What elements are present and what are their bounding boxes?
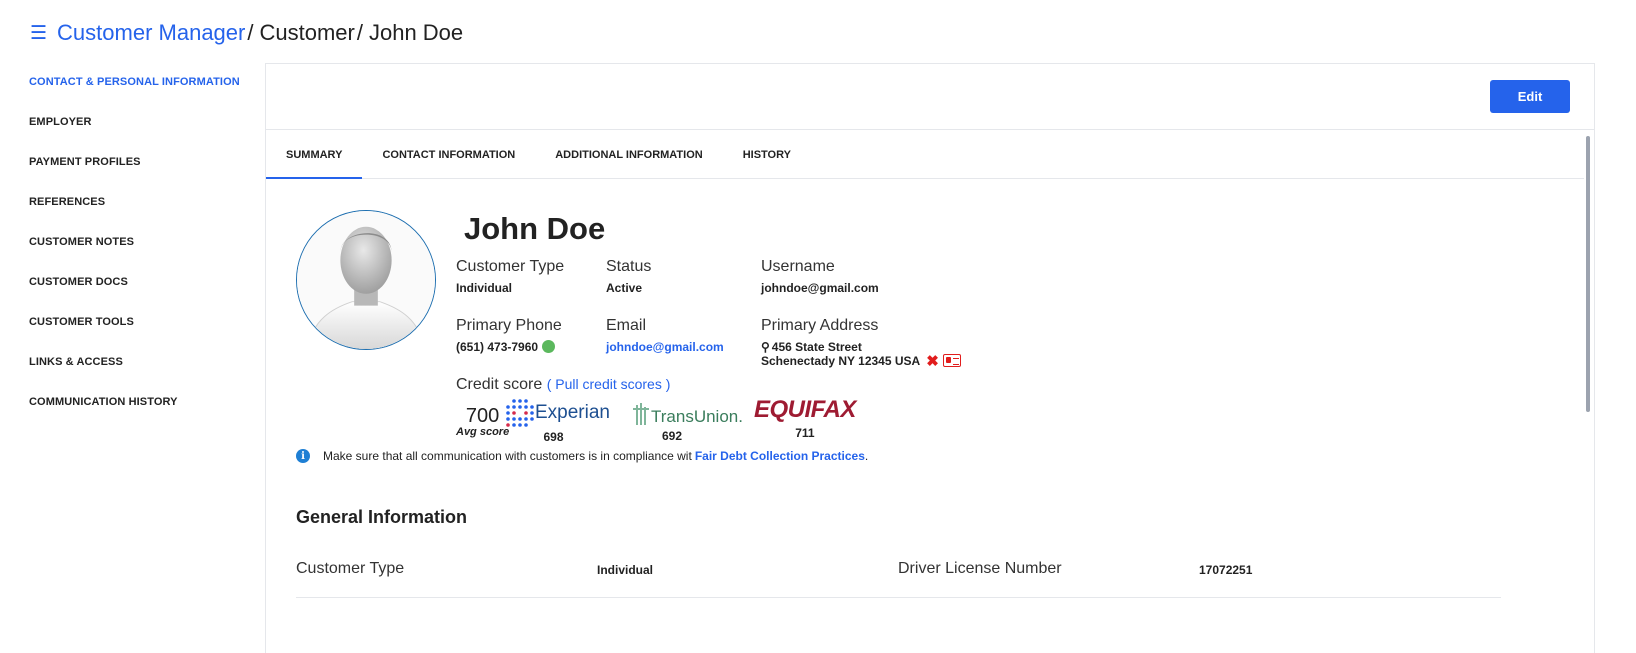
gi-customer-type-value: Individual [597,563,654,577]
breadcrumb-separator: / [356,20,363,45]
hamburger-menu-icon[interactable]: ☰ [30,22,47,45]
remove-address-icon[interactable]: ✖ [926,353,939,370]
user-silhouette-icon [297,211,435,349]
tab-additional-information[interactable]: ADDITIONAL INFORMATION [535,131,722,178]
primary-address-label: Primary Address [761,317,879,334]
primary-phone-field: Primary Phone (651) 473-7960 [456,317,562,354]
tab-contact-information[interactable]: CONTACT INFORMATION [362,131,535,178]
notice-suffix: . [864,449,869,463]
id-card-icon[interactable] [942,354,961,367]
transunion-score: TransUnion. 692 [631,401,743,443]
pull-credit-scores-link[interactable]: ( Pull credit scores ) [547,376,671,392]
transunion-score-value: 692 [661,429,682,443]
status-label: Status [606,258,652,275]
credit-score-label: Credit score [456,376,543,393]
username-value: johndoe@gmail.com [761,281,879,295]
primary-address-field: Primary Address ⚲ 456 State Street Schene… [761,317,961,369]
transunion-logo: TransUnion. [651,407,743,426]
username-label: Username [761,258,835,275]
equifax-score: EQUIFAX 711 [754,396,856,440]
panel-toolbar: Edit [266,64,1594,130]
map-pin-icon: ⚲ [761,340,770,354]
tab-summary[interactable]: SUMMARY [266,131,363,179]
sidebar-item-customer-docs[interactable]: CUSTOMER DOCS [29,274,249,314]
breadcrumb-customer[interactable]: Customer [259,20,354,46]
primary-phone-value: (651) 473-7960 [456,340,539,354]
sidebar-item-references[interactable]: REFERENCES [29,194,249,234]
experian-score: Experian 698 [505,398,610,444]
address-line2: Schenectady NY 12345 USA [761,354,921,368]
customer-type-field: Customer Type Individual [456,258,564,295]
table-row: Customer Type Individual Driver License … [296,557,1501,598]
sidebar-item-links-access[interactable]: LINKS & ACCESS [29,354,249,394]
transunion-mark-icon [633,403,649,425]
edit-button[interactable]: Edit [1490,80,1570,113]
tab-bar: SUMMARY CONTACT INFORMATION ADDITIONAL I… [266,131,1584,179]
sidebar-item-customer-notes[interactable]: CUSTOMER NOTES [29,234,249,274]
sidebar-item-contact-personal[interactable]: CONTACT & PERSONAL INFORMATION [29,74,249,114]
sidebar-item-employer[interactable]: EMPLOYER [29,114,249,154]
status-value: Active [606,281,643,295]
avg-score-value: 700 [465,405,500,427]
sidebar-item-payment-profiles[interactable]: PAYMENT PROFILES [29,154,249,194]
equifax-logo: EQUIFAX [754,396,856,423]
experian-logo: Experian [535,402,610,423]
sidebar-item-communication-history[interactable]: COMMUNICATION HISTORY [29,394,249,434]
email-label: Email [606,317,647,334]
email-field: Email johndoe@gmail.com [606,317,724,354]
address-line1: 456 State Street [771,340,862,354]
experian-score-value: 698 [543,430,564,444]
tab-history[interactable]: HISTORY [723,131,811,178]
fair-debt-link[interactable]: Fair Debt Collection Practices [695,449,865,463]
primary-phone-label: Primary Phone [456,317,562,334]
experian-dots-icon [506,399,534,427]
credit-score-header: Credit score ( Pull credit scores ) [456,376,670,394]
gi-customer-type-label: Customer Type [296,560,405,577]
profile-summary: John Doe [464,211,605,247]
sidebar-nav: CONTACT & PERSONAL INFORMATION EMPLOYER … [29,74,249,434]
status-field: Status Active [606,258,651,295]
customer-panel: Edit SUMMARY CONTACT INFORMATION ADDITIO… [265,63,1595,653]
gi-driver-license-label: Driver License Number [898,560,1062,577]
avatar [296,210,436,350]
username-field: Username johndoe@gmail.com [761,258,879,295]
breadcrumb-current: John Doe [368,20,464,45]
breadcrumb: ☰ Customer Manager / Customer / John Doe [30,18,463,48]
breadcrumb-separator: / [247,20,254,45]
breadcrumb-customer-manager[interactable]: Customer Manager [57,20,245,46]
customer-type-label: Customer Type [456,258,565,275]
customer-type-value: Individual [456,281,513,295]
gi-driver-license-value: 17072251 [1199,563,1253,577]
sidebar-item-customer-tools[interactable]: CUSTOMER TOOLS [29,314,249,354]
vertical-scrollbar[interactable] [1586,136,1590,412]
equifax-score-value: 711 [795,426,815,440]
compliance-notice: i Make sure that all communication with … [296,449,868,463]
info-icon: i [296,449,310,463]
phone-status-icon [542,340,556,353]
notice-text: Make sure that all communication with cu… [323,449,692,463]
general-information-title: General Information [296,507,468,527]
email-link[interactable]: johndoe@gmail.com [606,340,724,354]
customer-name: John Doe [464,211,606,246]
